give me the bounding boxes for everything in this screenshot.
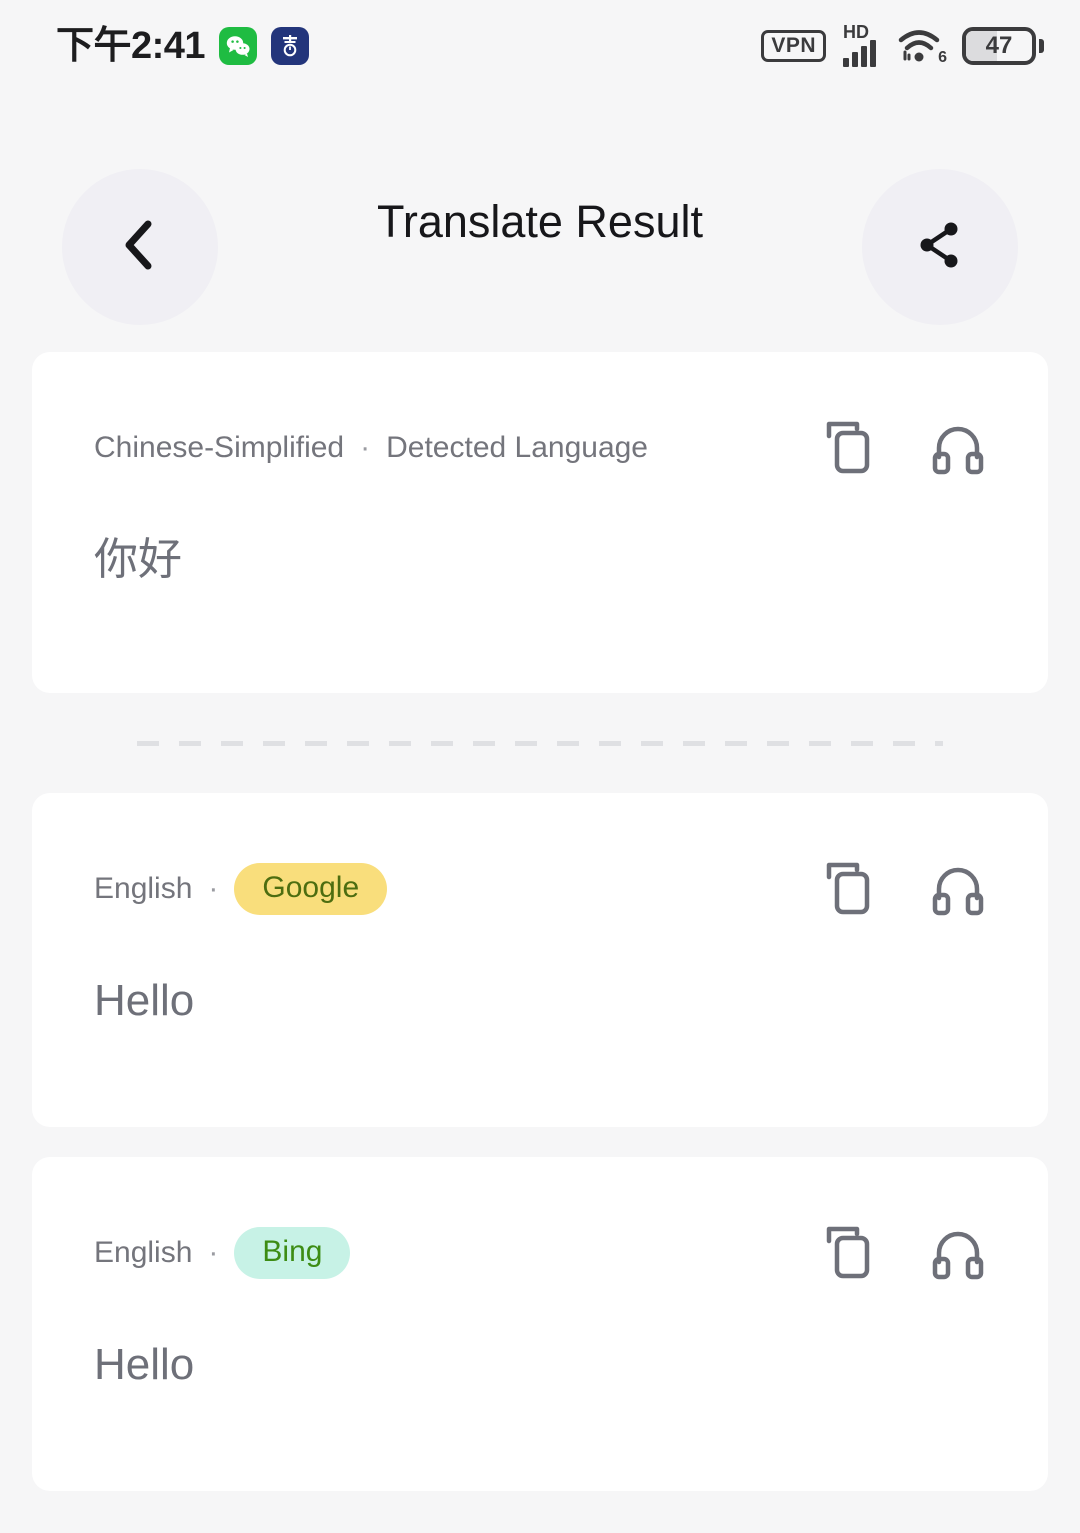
wechat-icon (219, 27, 258, 65)
headphones-icon[interactable] (930, 420, 986, 476)
wifi-generation-label: 6 (938, 49, 947, 66)
battery-body: 47 (962, 27, 1036, 65)
share-icon (914, 218, 966, 277)
status-bar-right: VPN HD 6 47 (761, 22, 1044, 67)
bing-result-card[interactable]: English · Bing Hello (32, 1157, 1048, 1491)
headphones-icon[interactable] (930, 1225, 986, 1281)
meta-separator: · (208, 1236, 219, 1269)
source-actions (822, 420, 986, 476)
back-button[interactable] (62, 169, 218, 325)
source-text: 你好 (94, 534, 182, 585)
google-translation-text: Hello (94, 976, 195, 1025)
headphones-icon[interactable] (930, 861, 986, 917)
google-card-header: English · Google (94, 793, 986, 917)
status-time: 下午2:41 (56, 25, 206, 67)
share-button[interactable] (862, 169, 1018, 325)
bing-meta: English · Bing (94, 1227, 351, 1279)
bing-language-label: English (94, 1236, 193, 1269)
hd-label: HD (843, 22, 869, 42)
bing-card-header: English · Bing (94, 1157, 986, 1281)
cellular-signal-icon: HD (843, 22, 876, 67)
source-meta: Chinese-Simplified · Detected Language (94, 431, 648, 465)
google-language-label: English (94, 872, 193, 905)
bing-actions (822, 1225, 986, 1281)
source-card[interactable]: Chinese-Simplified · Detected Language 你… (32, 352, 1048, 693)
card-gap (32, 1127, 1048, 1157)
wifi-icon: 6 (893, 25, 947, 67)
vpn-icon: VPN (761, 30, 826, 62)
battery-icon: 47 (962, 27, 1044, 65)
google-meta: English · Google (94, 863, 388, 915)
card-separator (32, 693, 1048, 793)
bing-translation-text: Hello (94, 1340, 195, 1389)
google-actions (822, 861, 986, 917)
app-header: Translate Result (0, 92, 1080, 352)
copy-icon[interactable] (822, 1225, 878, 1281)
google-result-card[interactable]: English · Google Hello (32, 793, 1048, 1127)
app-icon-blue (271, 27, 310, 65)
status-bar: 下午2:41 VPN HD 6 47 (0, 0, 1080, 92)
bing-engine-badge[interactable]: Bing (234, 1227, 351, 1279)
status-bar-left: 下午2:41 (56, 25, 310, 67)
copy-icon[interactable] (822, 420, 878, 476)
battery-percent-label: 47 (985, 32, 1013, 59)
meta-separator: · (360, 431, 371, 464)
chevron-left-icon (115, 214, 165, 281)
google-engine-badge[interactable]: Google (234, 863, 388, 915)
dashed-line (137, 740, 943, 746)
translation-results: Chinese-Simplified · Detected Language 你… (0, 352, 1080, 1491)
signal-bars (843, 40, 876, 67)
source-engine-label: Detected Language (386, 431, 648, 464)
page-title: Translate Result (377, 196, 703, 247)
source-language-label: Chinese-Simplified (94, 431, 345, 464)
copy-icon[interactable] (822, 861, 878, 917)
battery-cap (1039, 39, 1044, 53)
source-card-header: Chinese-Simplified · Detected Language (94, 352, 986, 476)
meta-separator: · (208, 872, 219, 905)
